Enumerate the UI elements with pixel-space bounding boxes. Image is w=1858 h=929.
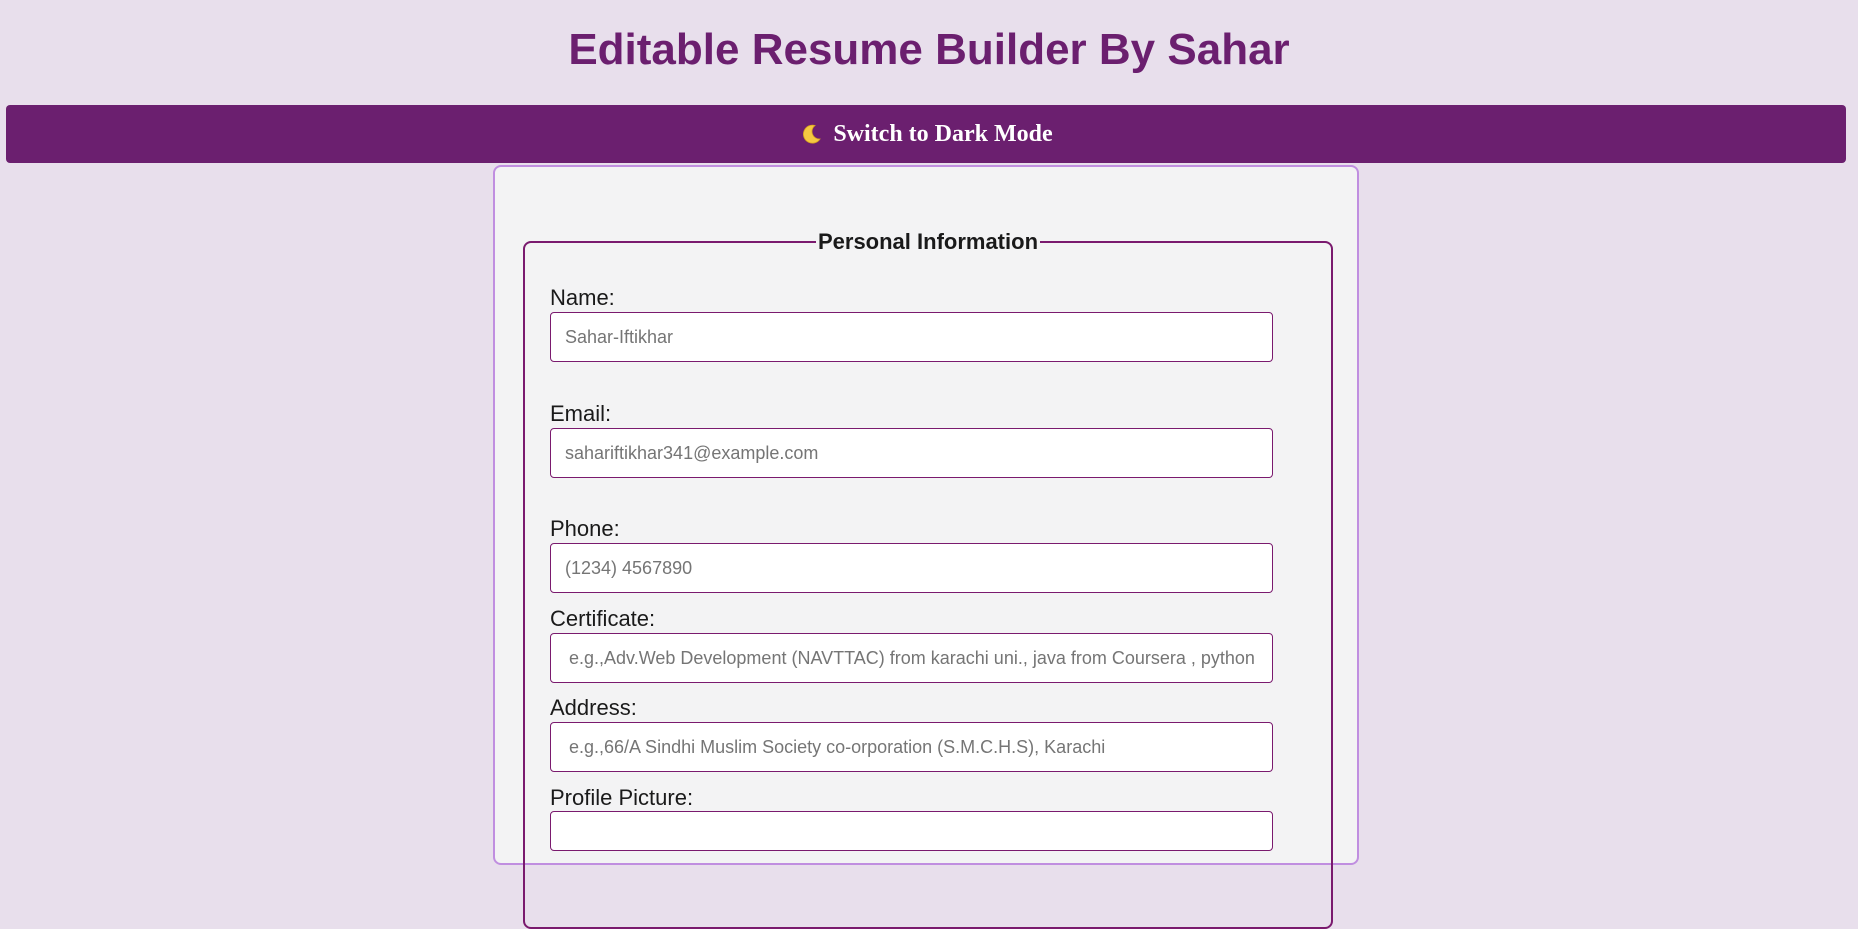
email-input[interactable]: [550, 428, 1273, 478]
profile-picture-label: Profile Picture:: [550, 785, 694, 810]
page-title: Editable Resume Builder By Sahar: [568, 25, 1290, 74]
phone-input[interactable]: [550, 543, 1273, 593]
profile-picture-input[interactable]: [550, 811, 1273, 851]
email-label: Email:: [550, 401, 612, 426]
name-input[interactable]: [550, 312, 1273, 362]
phone-label: Phone:: [550, 516, 620, 541]
personal-information-legend: Personal Information: [817, 229, 1039, 254]
certificate-label: Certificate:: [550, 606, 656, 631]
dark-mode-toggle-button[interactable]: Switch to Dark Mode: [6, 105, 1846, 163]
name-label: Name:: [550, 285, 615, 310]
address-input[interactable]: [550, 722, 1273, 772]
dark-mode-toggle-label: Switch to Dark Mode: [833, 120, 1053, 147]
moon-icon: [803, 124, 822, 144]
address-label: Address:: [550, 695, 637, 720]
certificate-input[interactable]: [550, 633, 1273, 683]
